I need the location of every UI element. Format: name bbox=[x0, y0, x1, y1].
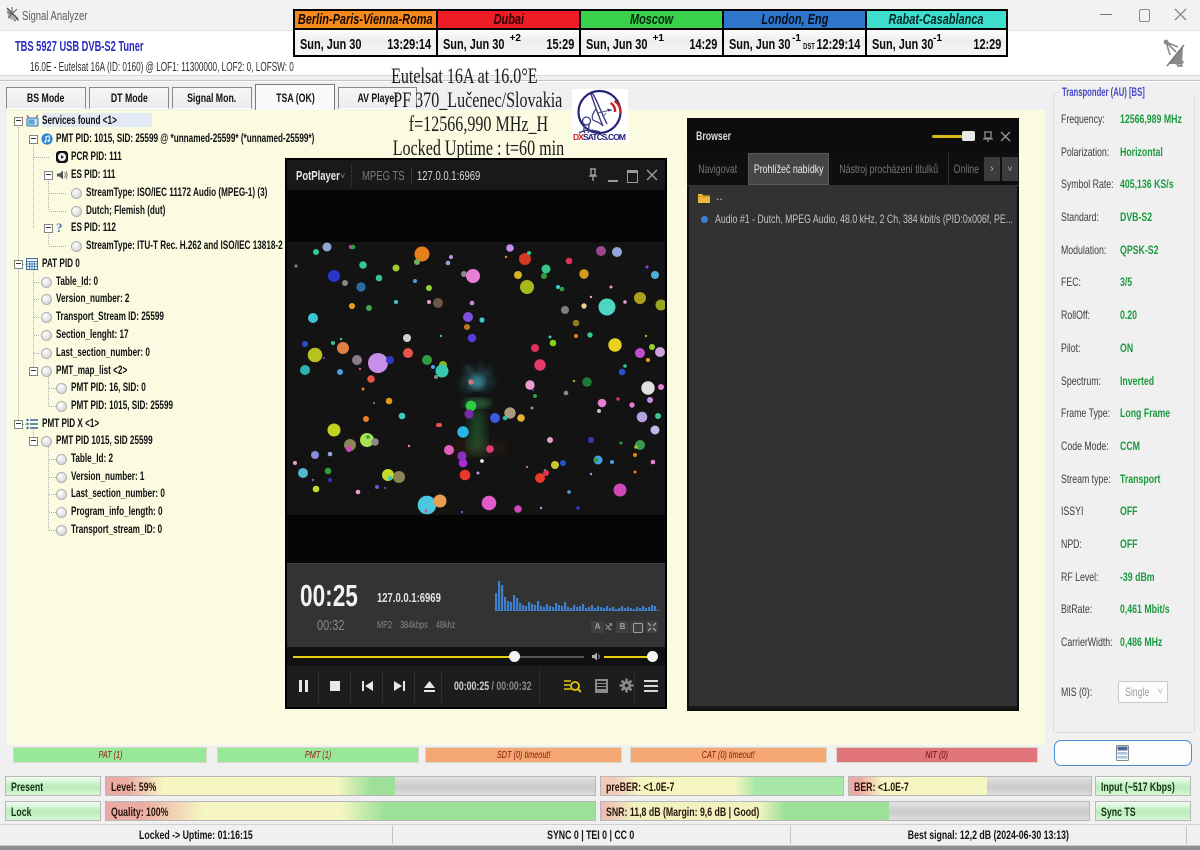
svg-text:DXSATCS.COM: DXSATCS.COM bbox=[573, 132, 626, 142]
